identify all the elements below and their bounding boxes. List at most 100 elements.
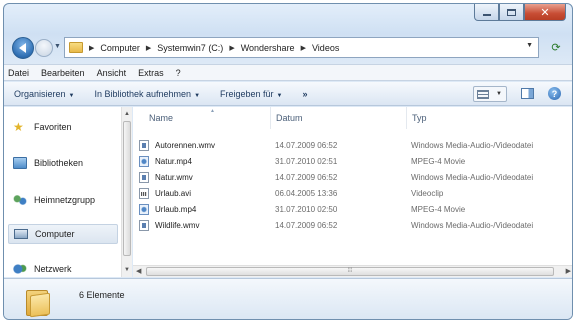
- file-name: Natur.mp4: [155, 156, 192, 166]
- change-view-button[interactable]: ▼: [473, 86, 507, 102]
- preview-pane-button[interactable]: [521, 88, 534, 99]
- nav-item-libraries[interactable]: Bibliotheken: [13, 157, 83, 169]
- nav-item-label: Computer: [35, 229, 75, 239]
- grip-icon: ⁞⁞⁞: [347, 268, 353, 274]
- nav-item-network[interactable]: Netzwerk: [13, 263, 72, 275]
- mp4-file-icon: [139, 203, 149, 215]
- chevron-down-icon: ▼: [276, 92, 283, 99]
- help-icon: ?: [551, 88, 558, 99]
- menu-bearbeiten[interactable]: Bearbeiten: [41, 68, 85, 78]
- folder-icon: [69, 42, 83, 53]
- navigation-pane: ★ Favoriten Bibliotheken Heimnetzgrupp C…: [4, 107, 122, 277]
- wmv-file-icon: [139, 139, 149, 151]
- column-header-label: Name: [149, 113, 174, 123]
- minimize-button[interactable]: [474, 4, 499, 21]
- table-row[interactable]: Natur.wmv 14.07.2009 06:52 Windows Media…: [133, 171, 572, 183]
- file-name: Natur.wmv: [155, 172, 193, 182]
- scroll-down-icon[interactable]: ▼: [124, 267, 130, 273]
- table-row[interactable]: Urlaub.mp4 31.07.2010 02:50 MPEG-4 Movie: [133, 203, 572, 215]
- scroll-up-icon[interactable]: ▲: [124, 111, 130, 117]
- file-name-cell: Natur.mp4: [139, 155, 192, 167]
- nav-item-computer[interactable]: Computer: [8, 224, 118, 244]
- chevron-down-icon[interactable]: ▼: [496, 91, 502, 97]
- maximize-button[interactable]: [499, 4, 524, 21]
- back-button[interactable]: [12, 37, 34, 59]
- menu-bar: Datei Bearbeiten Ansicht Extras ?: [4, 64, 572, 81]
- scroll-right-icon[interactable]: ▶: [566, 267, 571, 275]
- table-row[interactable]: Urlaub.avi 06.04.2005 13:36 Videoclip: [133, 187, 572, 199]
- table-row[interactable]: Autorennen.wmv 14.07.2009 06:52 Windows …: [133, 139, 572, 151]
- chevron-down-icon: ▼: [194, 92, 201, 99]
- command-bar: Organisieren ▼ In Bibliothek aufnehmen ▼ F…: [4, 82, 572, 106]
- network-icon: [13, 263, 27, 275]
- chevron-down-icon: ▼: [68, 92, 75, 99]
- menu-ansicht[interactable]: Ansicht: [97, 68, 127, 78]
- breadcrumb-separator-icon[interactable]: ▶: [146, 44, 151, 52]
- breadcrumb-separator-icon[interactable]: ▶: [89, 44, 94, 52]
- nav-pane-scrollbar[interactable]: ▲ ▼: [121, 107, 132, 277]
- file-date: 31.07.2010 02:51: [275, 156, 338, 166]
- breadcrumb-separator-icon[interactable]: ▶: [229, 44, 234, 52]
- file-type: MPEG-4 Movie: [411, 204, 466, 214]
- column-header-label: Datum: [276, 113, 303, 123]
- more-commands-button[interactable]: »: [303, 89, 308, 99]
- file-type: Videoclip: [411, 188, 444, 198]
- file-list: ▲ Name Datum Typ Autorennen.wmv 14.07.20…: [133, 107, 572, 265]
- breadcrumb-drive[interactable]: Systemwin7 (C:): [157, 43, 223, 53]
- breadcrumb-computer[interactable]: Computer: [100, 43, 140, 53]
- file-date: 14.07.2009 06:52: [275, 140, 338, 150]
- column-header-name[interactable]: Name: [133, 107, 271, 129]
- file-name-cell: Autorennen.wmv: [139, 139, 215, 151]
- file-name: Urlaub.mp4: [155, 204, 197, 214]
- column-header-date[interactable]: Datum: [271, 107, 407, 129]
- nav-item-label: Bibliotheken: [34, 158, 84, 168]
- nav-item-favorites[interactable]: ★ Favoriten: [13, 121, 72, 133]
- address-dropdown-icon[interactable]: ▼: [526, 42, 533, 49]
- folder-icon: [26, 286, 52, 318]
- breadcrumb-wondershare[interactable]: Wondershare: [241, 43, 295, 53]
- include-in-library-button[interactable]: In Bibliothek aufnehmen ▼: [94, 89, 200, 99]
- forward-button[interactable]: [35, 39, 53, 57]
- menu-datei[interactable]: Datei: [8, 68, 29, 78]
- nav-item-label: Heimnetzgrupp: [34, 195, 96, 205]
- file-name: Wildlife.wmv: [155, 220, 200, 230]
- file-type: Windows Media-Audio-/Videodatei: [411, 172, 534, 182]
- maximize-icon: [507, 8, 516, 16]
- menu-help[interactable]: ?: [176, 68, 181, 78]
- nav-item-homegroup[interactable]: Heimnetzgrupp: [13, 194, 95, 206]
- share-with-button[interactable]: Freigeben für ▼: [220, 89, 282, 99]
- breadcrumb-videos[interactable]: Videos: [312, 43, 339, 53]
- menu-extras[interactable]: Extras: [138, 68, 164, 78]
- share-with-label: Freigeben für: [220, 88, 274, 99]
- minimize-icon: [482, 13, 491, 16]
- navigation-bar: ▼ ▶ Computer ▶ Systemwin7 (C:) ▶ Wonders…: [4, 34, 572, 62]
- address-bar[interactable]: ▶ Computer ▶ Systemwin7 (C:) ▶ Wondersha…: [64, 37, 539, 58]
- help-button[interactable]: ?: [548, 87, 561, 100]
- avi-file-icon: [139, 187, 149, 199]
- star-icon: ★: [13, 120, 24, 134]
- close-button[interactable]: ✕: [524, 4, 566, 21]
- file-date: 06.04.2005 13:36: [275, 188, 338, 198]
- homegroup-icon: [13, 194, 27, 206]
- nav-item-label: Favoriten: [34, 122, 72, 132]
- library-icon: [13, 157, 27, 169]
- table-row[interactable]: Natur.mp4 31.07.2010 02:51 MPEG-4 Movie: [133, 155, 572, 167]
- file-date: 31.07.2010 02:50: [275, 204, 338, 214]
- wmv-file-icon: [139, 171, 149, 183]
- horizontal-scrollbar[interactable]: ◀ ⁞⁞⁞ ▶: [133, 265, 572, 277]
- recent-pages-dropdown[interactable]: ▼: [54, 43, 61, 50]
- scroll-left-icon[interactable]: ◀: [136, 267, 141, 275]
- file-name: Urlaub.avi: [155, 188, 192, 198]
- scrollbar-thumb[interactable]: [123, 121, 131, 256]
- scrollbar-thumb[interactable]: ⁞⁞⁞: [146, 267, 554, 276]
- file-date: 14.07.2009 06:52: [275, 220, 338, 230]
- table-row[interactable]: Wildlife.wmv 14.07.2009 06:52 Windows Me…: [133, 219, 572, 231]
- breadcrumb-separator-icon[interactable]: ▶: [301, 44, 306, 52]
- organize-button[interactable]: Organisieren ▼: [14, 89, 74, 99]
- column-header-type[interactable]: Typ: [407, 107, 572, 129]
- refresh-button[interactable]: ⟳: [545, 39, 567, 56]
- close-icon: ✕: [540, 5, 550, 19]
- explorer-window: ✕ ▼ ▶ Computer ▶ Systemwin7 (C:) ▶ Wonde…: [3, 3, 573, 320]
- file-name-cell: Urlaub.mp4: [139, 203, 197, 215]
- details-view-icon: [477, 89, 489, 99]
